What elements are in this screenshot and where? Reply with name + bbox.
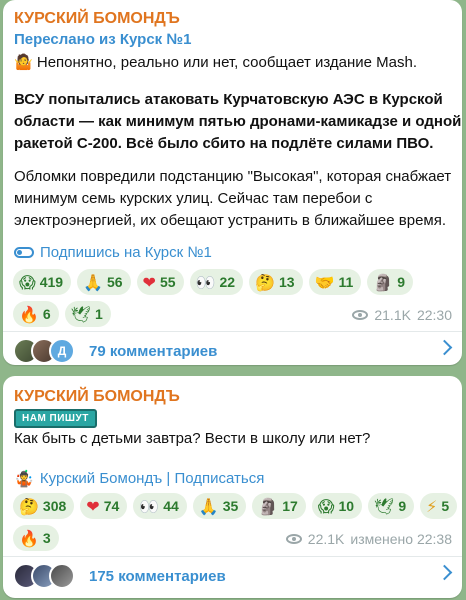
handshake-emoji-icon: 🤝 [314, 272, 335, 292]
reaction-count: 44 [163, 498, 179, 514]
reaction-count: 10 [338, 498, 355, 514]
reaction-moai[interactable]: 🗿 9 [367, 269, 413, 295]
pray-emoji-icon: 🙏 [83, 272, 103, 292]
fire-emoji-icon: 🔥 [19, 528, 39, 548]
thinking-emoji-icon: 🤔 [255, 272, 275, 292]
fire-emoji-icon: 🔥 [19, 304, 39, 324]
message-bubble-2: КУРСКИЙ БОМОНДЪ НАМ ПИШУТ Как быть с дет… [3, 376, 462, 598]
reaction-count: 419 [39, 274, 64, 290]
bold-line-2: области — как минимум пятью дронами-ками… [14, 113, 462, 130]
reaction-dove[interactable]: 🕊 1 [64, 301, 111, 327]
subscribe-label: Подпишись на Курск №1 [40, 244, 212, 261]
chevron-right-icon [436, 564, 453, 581]
reaction-scream[interactable]: 😱 10 [311, 493, 363, 519]
toggle-icon [14, 247, 34, 258]
reaction-dove[interactable]: 🕊 9 [368, 493, 415, 519]
reaction-heart[interactable]: ❤ 55 [136, 269, 184, 295]
reaction-handshake[interactable]: 🤝 11 [308, 269, 362, 295]
reaction-count: 11 [338, 274, 354, 290]
message-bubble-1: КУРСКИЙ БОМОНДЪ Переслано из Курск №1 🤷 … [3, 0, 462, 365]
shrug-icon: 🤷 [14, 53, 33, 71]
reaction-count: 55 [159, 274, 176, 290]
thinking-emoji-icon: 🤔 [19, 496, 39, 516]
body-line-1: Обломки повредили подстанцию "Высокая", … [14, 168, 452, 185]
subscribe-label: Курский Бомондъ | Подписаться [39, 470, 265, 487]
reaction-scream[interactable]: 😱 419 [13, 269, 72, 295]
heart-emoji-icon: ❤ [86, 496, 100, 516]
reaction-lightning[interactable]: ⚡ 5 [420, 493, 458, 519]
eyes-emoji-icon: 👀 [139, 496, 160, 516]
reaction-eyes[interactable]: 👀 44 [133, 493, 187, 519]
reaction-fire[interactable]: 🔥 3 [13, 525, 59, 551]
reaction-count: 17 [282, 498, 298, 514]
bold-line-3: ракетой С-200. Всё было сбито на подлёте… [14, 135, 434, 152]
avatar: Д [49, 338, 75, 364]
subscribe-link[interactable]: Подпишись на Курск №1 [14, 244, 212, 261]
comments-count: 79 комментариев [89, 342, 218, 360]
lightning-emoji-icon: ⚡ [426, 496, 438, 516]
reaction-pray[interactable]: 🙏 35 [192, 493, 247, 519]
message-time: изменено 22:38 [350, 531, 452, 547]
views-count: 22.1K [307, 531, 345, 547]
subscribe-link[interactable]: 🤹 Курский Бомондъ | Подписаться [14, 469, 264, 488]
intro-text: Непонятно, реально или нет, сообщает изд… [36, 54, 418, 71]
reaction-count: 13 [278, 274, 295, 290]
divider [3, 331, 462, 332]
moai-emoji-icon: 🗿 [373, 272, 394, 292]
commenter-avatars: Д [13, 338, 75, 364]
comments-count: 175 комментариев [89, 567, 226, 585]
views-count: 21.1K [374, 307, 411, 323]
reaction-thinking[interactable]: 🤔 13 [249, 269, 303, 295]
comments-row[interactable]: 175 комментариев [13, 558, 453, 594]
post-text: Как быть с детьми завтра? Вести в школу … [14, 430, 371, 447]
eye-icon [285, 534, 302, 544]
body-line-2: минимум семь курских улиц. Сейчас там пе… [14, 190, 373, 207]
chevron-right-icon [436, 339, 453, 356]
reaction-heart[interactable]: ❤ 74 [80, 493, 128, 519]
reaction-count: 6 [42, 306, 51, 322]
dove-emoji-icon: 🕊 [70, 304, 92, 324]
reaction-moai[interactable]: 🗿 17 [252, 493, 306, 519]
reaction-count: 22 [219, 274, 236, 290]
moai-emoji-icon: 🗿 [258, 496, 279, 516]
reaction-count: 35 [222, 498, 239, 514]
reaction-fire[interactable]: 🔥 6 [13, 301, 59, 327]
reaction-pray[interactable]: 🙏 56 [77, 269, 131, 295]
reaction-count: 9 [397, 274, 405, 290]
message-meta: 21.1K 22:30 [352, 307, 452, 323]
comments-row[interactable]: Д 79 комментариев [13, 333, 453, 365]
reaction-count: 308 [42, 498, 67, 514]
channel-name[interactable]: КУРСКИЙ БОМОНДЪ [14, 10, 180, 28]
divider [3, 556, 462, 557]
dove-emoji-icon: 🕊 [374, 496, 395, 516]
reaction-count: 3 [42, 530, 51, 546]
eye-icon [352, 310, 369, 320]
reaction-count: 1 [95, 306, 103, 322]
reaction-count: 5 [441, 498, 450, 514]
intro-line: 🤷 Непонятно, реально или нет, сообщает и… [14, 51, 417, 74]
reaction-count: 9 [398, 498, 407, 514]
scream-emoji-icon: 😱 [19, 272, 36, 292]
forwarded-from[interactable]: Переслано из Курск №1 [14, 31, 191, 48]
pray-emoji-icon: 🙏 [198, 496, 219, 516]
nam-pishut-badge: НАМ ПИШУТ [14, 409, 97, 428]
scream-emoji-icon: 😱 [317, 496, 335, 516]
message-time: 22:30 [416, 307, 452, 323]
eyes-emoji-icon: 👀 [195, 272, 216, 292]
reaction-thinking[interactable]: 🤔 308 [13, 493, 75, 519]
message-meta: 22.1K изменено 22:38 [285, 531, 452, 547]
heart-emoji-icon: ❤ [142, 272, 156, 292]
channel-name[interactable]: КУРСКИЙ БОМОНДЪ [14, 388, 180, 406]
juggler-icon: 🤹 [14, 469, 34, 488]
avatar [49, 563, 75, 589]
reaction-count: 74 [103, 498, 120, 514]
commenter-avatars [13, 563, 75, 589]
reaction-eyes[interactable]: 👀 22 [189, 269, 244, 295]
reaction-count: 56 [106, 274, 123, 290]
bold-line-1: ВСУ попытались атаковать Курчатовскую АЭ… [14, 91, 443, 108]
body-line-3: электроэнергией, их обещают устранить в … [14, 212, 447, 229]
